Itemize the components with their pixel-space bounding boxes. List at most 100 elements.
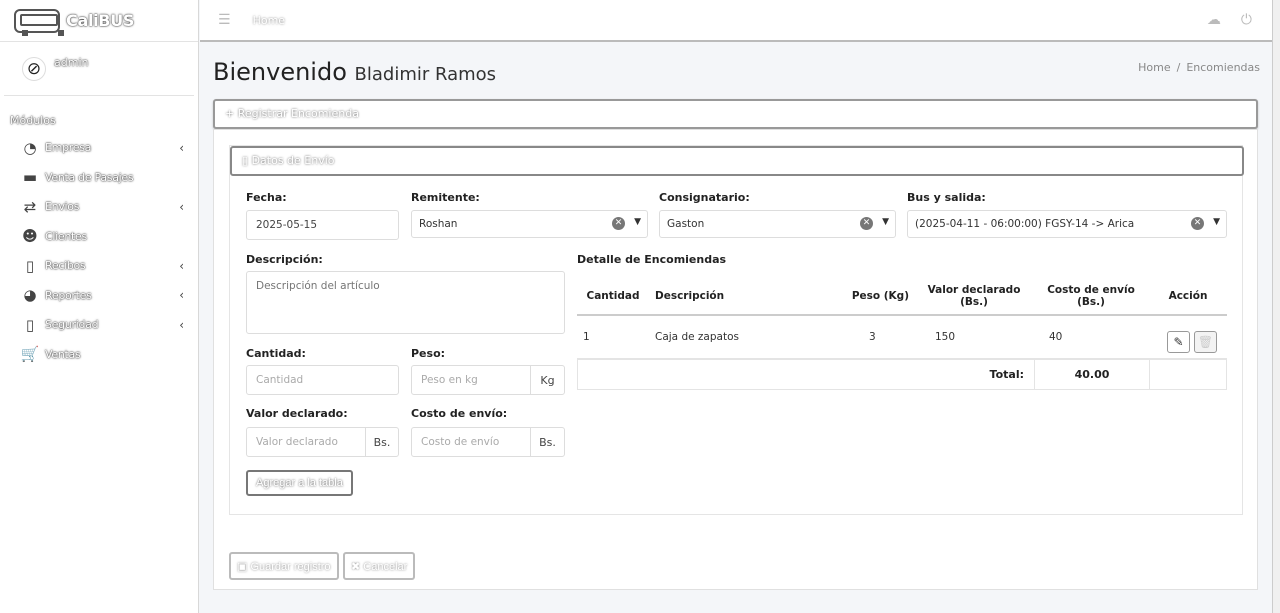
add-to-table-button[interactable]: Agregar a la tabla — [246, 470, 353, 496]
save-button[interactable]: ▣ Guardar registro — [229, 552, 339, 580]
cancel-button[interactable]: ✖ Cancelar — [343, 552, 416, 580]
remitente-clear-icon[interactable]: ✕ — [612, 217, 625, 230]
row-valor: 150 — [915, 315, 1033, 360]
shipment-card-title: ▯ Datos de Envío — [242, 154, 335, 167]
brand[interactable]: CaliBUS — [0, 0, 198, 42]
bus-value: (2025-04-11 - 06:00:00) FGSY-14 -> Arica — [915, 218, 1135, 230]
ticket-icon: ▬ — [22, 168, 38, 187]
users-icon: ☻ — [22, 227, 38, 246]
sidebar-item-recibos[interactable]: ▯ Recibos ‹ — [0, 251, 198, 281]
dashboard-icon: ◔ — [23, 138, 37, 157]
col-peso: Peso (Kg) — [789, 277, 915, 316]
sidebar-item-label: Ventas — [45, 347, 81, 361]
pie-chart-icon: ◕ — [23, 286, 37, 305]
consignatario-chevron-down-icon[interactable]: ▼ — [882, 217, 889, 227]
sidebar-item-seguridad[interactable]: ▯ Seguridad ‹ — [0, 310, 198, 340]
sidebar-item-label: Reportes — [45, 288, 92, 302]
sidebar-item-label: Envios — [45, 200, 80, 214]
sidebar-item-envios[interactable]: ⇄ Envios ‹ — [0, 192, 198, 222]
power-icon[interactable]: ⏻ — [1241, 12, 1252, 28]
sidebar-item-reportes[interactable]: ◕ Reportes ‹ — [0, 281, 198, 311]
remitente-select[interactable]: Roshan ✕ ▼ — [411, 210, 648, 238]
detail-table: Cantidad Descripción Peso (Kg) Valor dec… — [577, 277, 1227, 360]
row-costo: 40 — [1033, 315, 1149, 360]
col-cantidad: Cantidad — [577, 277, 649, 316]
bus-icon — [14, 8, 64, 36]
brand-name: CaliBUS — [66, 11, 135, 30]
descripcion-textarea[interactable] — [246, 271, 565, 334]
valor-input[interactable]: Valor declarado — [246, 427, 366, 457]
page-title: Bienvenido Bladimir Ramos — [213, 58, 496, 86]
page-scrollbar[interactable] — [1272, 0, 1280, 613]
bus-select[interactable]: (2025-04-11 - 06:00:00) FGSY-14 -> Arica… — [907, 210, 1227, 238]
bus-label: Bus y salida: — [907, 191, 986, 204]
row-cantidad: 1 — [577, 315, 649, 360]
chevron-left-icon: ‹ — [179, 199, 184, 214]
chevron-left-icon: ‹ — [179, 258, 184, 273]
sidebar: CaliBUS ⊘ admin Módulos ◔ Empresa ‹ ▬ Venta … — [0, 0, 199, 613]
sidebar-item-label: Seguridad — [45, 318, 99, 332]
hamburger-menu-icon[interactable]: ☰ — [218, 12, 231, 28]
menu-header: Módulos — [10, 114, 56, 127]
sidebar-item-empresa[interactable]: ◔ Empresa ‹ — [0, 133, 198, 163]
row-actions: ✎ 🗑 — [1149, 315, 1227, 360]
register-card-body: ▯ Datos de Envío Fecha: Remitente: Consi… — [213, 129, 1258, 590]
exchange-icon: ⇄ — [23, 197, 37, 216]
sidebar-item-label: Empresa — [45, 141, 92, 155]
peso-label: Peso: — [411, 347, 446, 360]
user-avatar-icon: ⊘ — [22, 56, 46, 81]
consignatario-value: Gaston — [667, 218, 705, 230]
user-panel[interactable]: ⊘ admin — [4, 42, 194, 96]
fecha-input[interactable]: 2025-05-15 — [246, 210, 399, 240]
row-peso: 3 — [789, 315, 915, 360]
register-card-title: + Registrar Encomienda — [225, 107, 359, 120]
edit-icon[interactable]: ✎ — [1167, 331, 1190, 354]
valor-label: Valor declarado: — [246, 407, 348, 420]
fecha-label: Fecha: — [246, 191, 287, 204]
costo-unit: Bs. — [530, 427, 565, 457]
remitente-value: Roshan — [419, 218, 458, 230]
bus-clear-icon[interactable]: ✕ — [1191, 217, 1204, 230]
cloud-icon[interactable]: ☁ — [1207, 12, 1221, 28]
descripcion-label: Descripción: — [246, 253, 323, 266]
col-valor: Valor declarado (Bs.) — [915, 277, 1033, 316]
chevron-left-icon: ‹ — [179, 140, 184, 155]
cart-icon: 🛒 — [20, 345, 40, 364]
cantidad-label: Cantidad: — [246, 347, 306, 360]
col-descripcion: Descripción — [649, 277, 789, 316]
breadcrumb: Home / Encomiendas — [1138, 61, 1260, 74]
top-navbar: ☰ Home ☁ ⏻ — [200, 0, 1280, 42]
page-subtitle: Bladimir Ramos — [354, 64, 497, 85]
shipment-card-header[interactable]: ▯ Datos de Envío — [230, 146, 1244, 176]
bus-chevron-down-icon[interactable]: ▼ — [1213, 217, 1220, 227]
sidebar-item-label: Recibos — [45, 259, 86, 273]
breadcrumb-home[interactable]: Home — [1138, 61, 1170, 74]
breadcrumb-current: Encomiendas — [1186, 61, 1260, 74]
col-costo: Costo de envío (Bs.) — [1033, 277, 1149, 316]
sidebar-item-ventas[interactable]: 🛒 Ventas — [0, 340, 198, 370]
clipboard-icon: ▯ — [25, 256, 35, 275]
total-value: 40.00 — [1034, 359, 1150, 389]
consignatario-select[interactable]: Gaston ✕ ▼ — [659, 210, 896, 238]
clipboard-check-icon: ▯ — [25, 315, 35, 334]
top-home-link[interactable]: Home — [253, 14, 285, 27]
user-name[interactable]: admin — [54, 56, 88, 69]
trash-icon[interactable]: 🗑 — [1194, 331, 1217, 354]
consignatario-label: Consignatario: — [659, 191, 750, 204]
chevron-left-icon: ‹ — [179, 288, 184, 303]
peso-input[interactable]: Peso en kg — [411, 365, 531, 395]
sidebar-item-clientes[interactable]: ☻ Clientes — [0, 222, 198, 252]
costo-input[interactable]: Costo de envío — [411, 427, 531, 457]
remitente-chevron-down-icon[interactable]: ▼ — [634, 217, 641, 227]
sidebar-item-venta-de-pasajes[interactable]: ▬ Venta de Pasajes — [0, 163, 198, 193]
detail-header-row: Cantidad Descripción Peso (Kg) Valor dec… — [577, 277, 1227, 316]
total-label: Total: — [989, 367, 1024, 381]
cantidad-input[interactable]: Cantidad — [246, 365, 399, 395]
consignatario-clear-icon[interactable]: ✕ — [860, 217, 873, 230]
sidebar-item-label: Clientes — [45, 229, 87, 243]
valor-unit: Bs. — [365, 427, 399, 457]
register-card-header[interactable]: + Registrar Encomienda — [213, 99, 1258, 129]
peso-unit: Kg — [530, 365, 565, 395]
shipment-card: ▯ Datos de Envío Fecha: Remitente: Consi… — [229, 145, 1244, 515]
page-title-text: Bienvenido — [213, 58, 347, 86]
